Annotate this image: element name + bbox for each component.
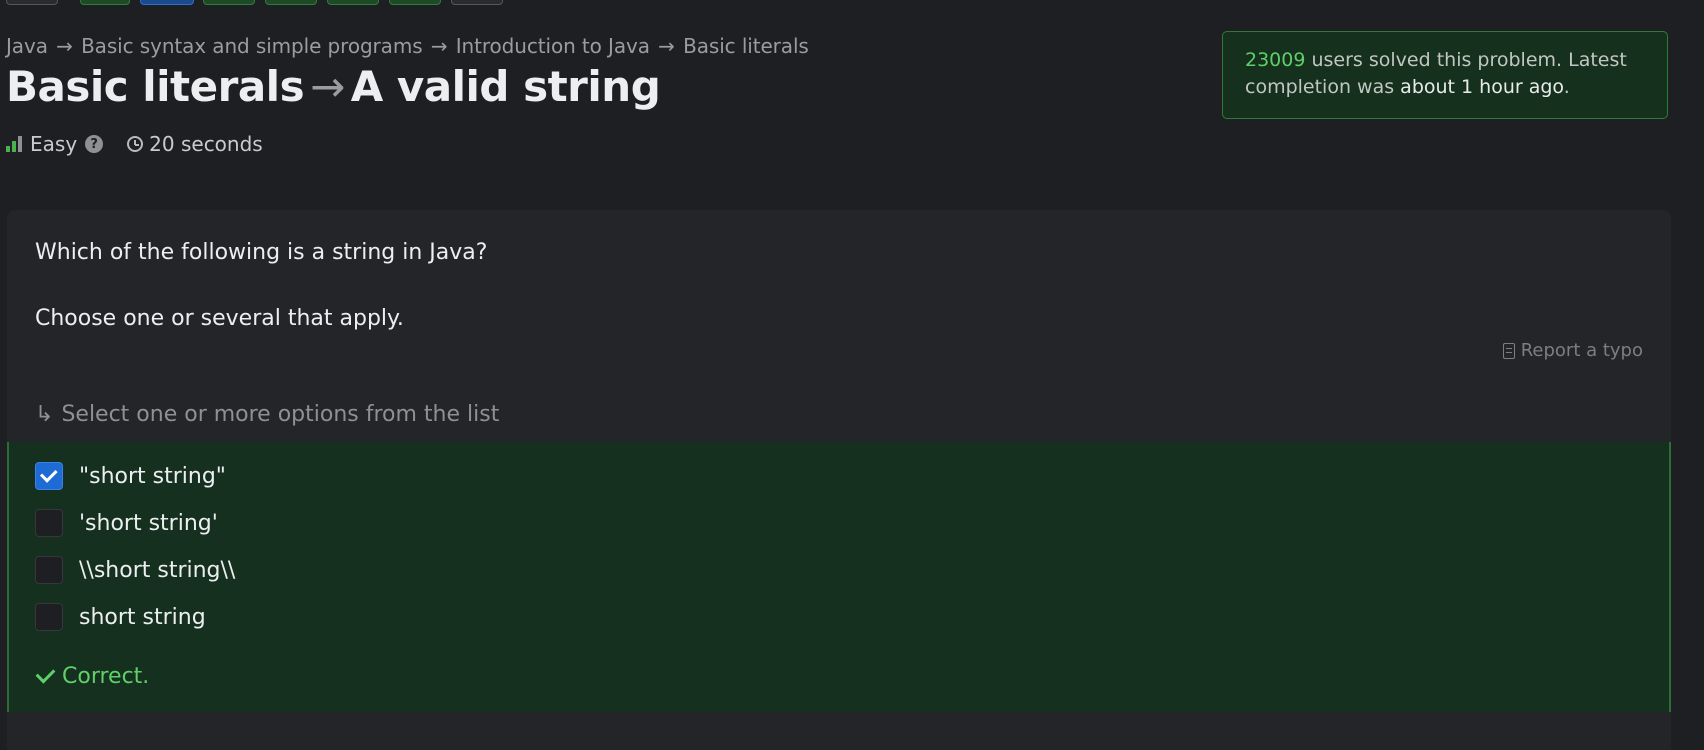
option-item[interactable]: 'short string' xyxy=(35,509,218,537)
report-typo-label: Report a typo xyxy=(1520,340,1643,361)
difficulty-help-icon[interactable]: ? xyxy=(85,135,104,153)
result-message: Correct. xyxy=(35,663,150,689)
card-footer xyxy=(7,712,1671,750)
topic-title[interactable]: Basic literals xyxy=(6,62,305,111)
difficulty-label: Easy xyxy=(30,132,78,156)
step-segment[interactable] xyxy=(203,0,255,5)
arrow-turn-down-icon: ↳ xyxy=(35,402,54,427)
breadcrumb: Java → Basic syntax and simple programs … xyxy=(6,34,809,58)
breadcrumb-item-basic-syntax[interactable]: Basic syntax and simple programs xyxy=(81,34,423,58)
document-icon xyxy=(1502,342,1515,359)
step-segment[interactable] xyxy=(327,0,379,5)
step-segment[interactable] xyxy=(80,0,130,5)
breadcrumb-item-java[interactable]: Java xyxy=(6,34,48,58)
option-item[interactable]: short string xyxy=(35,603,206,631)
option-label: "short string" xyxy=(79,463,226,489)
solved-count: 23009 xyxy=(1245,49,1306,71)
time-estimate: 20 seconds xyxy=(149,132,263,156)
option-item[interactable]: \\short string\\ xyxy=(35,556,235,584)
breadcrumb-separator: → xyxy=(430,34,448,58)
step-progress-strip xyxy=(0,0,520,6)
report-typo-button[interactable]: Report a typo xyxy=(1502,340,1643,361)
latest-completion: about 1 hour ago xyxy=(1400,76,1564,98)
clock-icon xyxy=(127,136,144,152)
difficulty-bars-icon xyxy=(6,136,22,152)
breadcrumb-item-basic-literals[interactable]: Basic literals xyxy=(683,34,809,58)
step-segment[interactable] xyxy=(451,0,503,5)
option-checkbox[interactable] xyxy=(35,603,63,631)
question-instruction: Choose one or several that apply. xyxy=(35,306,404,331)
option-item[interactable]: "short string" xyxy=(35,462,226,490)
question-text: Which of the following is a string in Ja… xyxy=(35,240,488,265)
step-segment[interactable] xyxy=(389,0,441,5)
options-hint-text: Select one or more options from the list xyxy=(61,402,500,427)
option-checkbox[interactable] xyxy=(35,509,63,537)
breadcrumb-separator: → xyxy=(56,34,73,58)
solved-stats-box: 23009 users solved this problem. Latest … xyxy=(1222,31,1668,119)
step-segment[interactable] xyxy=(265,0,317,5)
option-label: 'short string' xyxy=(79,510,218,536)
problem-title: A valid string xyxy=(350,62,661,111)
breadcrumb-item-introduction[interactable]: Introduction to Java xyxy=(456,34,650,58)
problem-card: Which of the following is a string in Ja… xyxy=(7,210,1671,750)
breadcrumb-separator: → xyxy=(658,34,675,58)
page-title: Basic literals → A valid string xyxy=(6,62,661,111)
title-arrow-icon: → xyxy=(310,62,345,111)
checkmark-icon xyxy=(35,663,56,684)
option-checkbox-checked[interactable] xyxy=(35,462,63,490)
option-label: short string xyxy=(79,604,206,630)
step-segment-current[interactable] xyxy=(140,0,194,5)
option-label: \\short string\\ xyxy=(79,557,236,583)
option-checkbox[interactable] xyxy=(35,556,63,584)
stats-end: . xyxy=(1563,76,1570,98)
result-text: Correct. xyxy=(62,664,150,689)
step-segment[interactable] xyxy=(6,0,58,5)
options-panel: "short string" 'short string' \\short st… xyxy=(7,442,1671,712)
options-hint: ↳ Select one or more options from the li… xyxy=(35,402,499,427)
problem-meta: Easy ? 20 seconds xyxy=(6,132,263,156)
